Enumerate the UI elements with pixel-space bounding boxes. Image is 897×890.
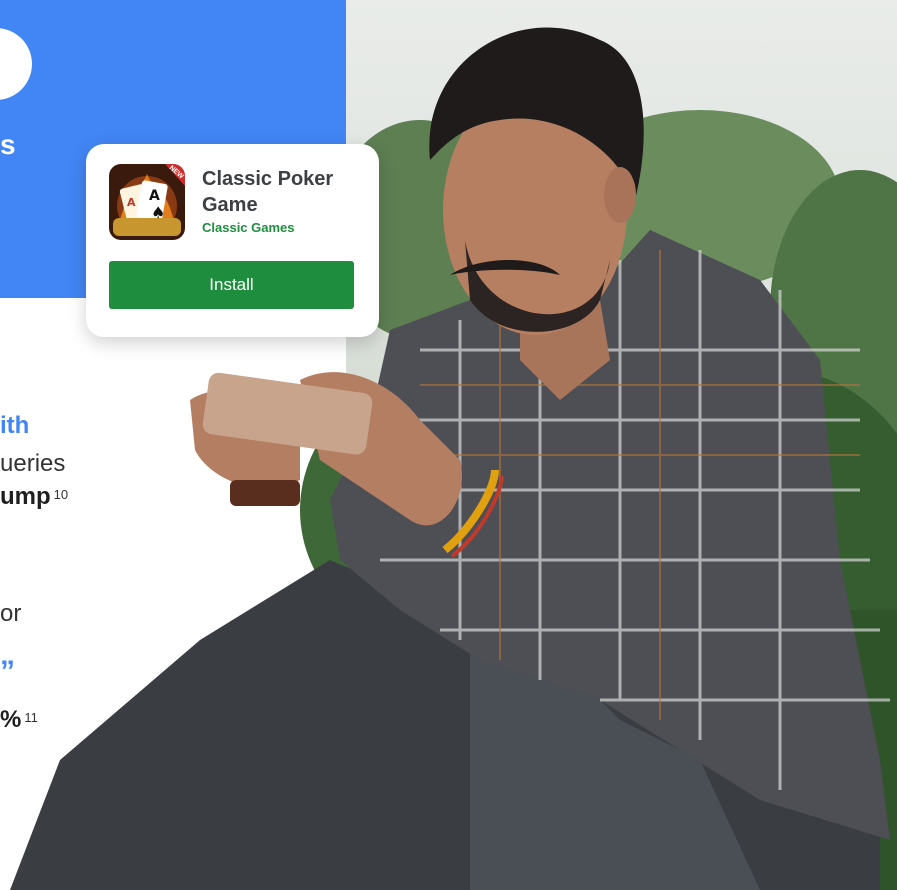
svg-text:A: A (149, 188, 160, 204)
app-developer[interactable]: Classic Games (202, 220, 295, 235)
person-playing-phone-image (10, 27, 890, 890)
app-install-card: A ♠ A NEW Classic Poker Game Classic Gam… (86, 144, 379, 337)
app-title: Classic Poker Game (202, 168, 334, 216)
poker-app-icon: A ♠ A NEW (109, 164, 185, 240)
svg-text:A: A (127, 196, 136, 209)
install-button[interactable]: Install (109, 261, 354, 309)
